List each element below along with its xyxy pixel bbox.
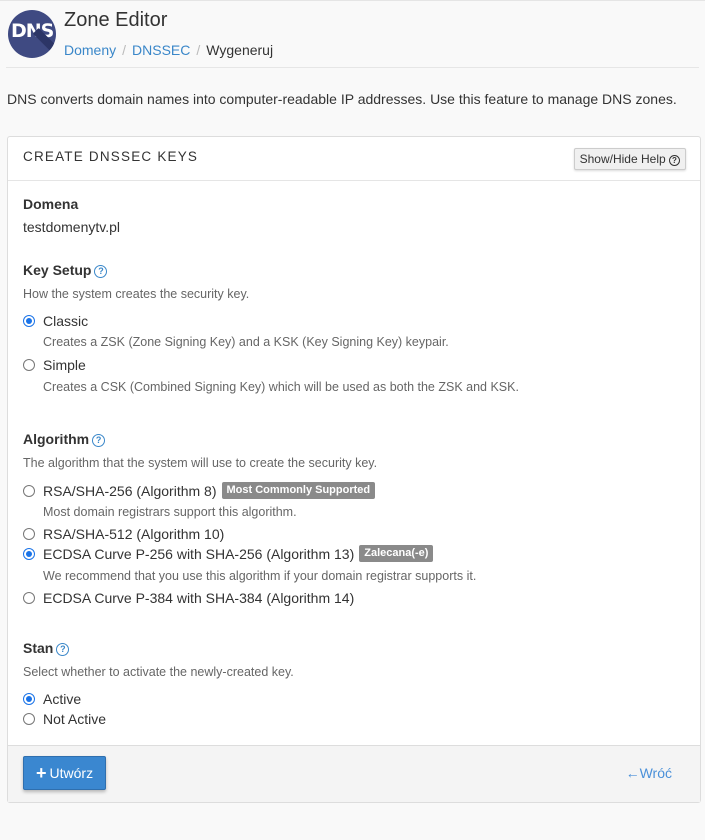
help-icon[interactable]: ? [56,643,70,656]
algorithm-label-text: Algorithm [23,431,90,447]
option-label: Not Active [43,711,107,727]
algorithm-hint: The algorithm that the system will use t… [23,456,378,470]
state-label: Stan? [23,640,70,656]
algorithm-option-rsa256[interactable]: RSA/SHA-256 (Algorithm 8) Most Commonly … [23,482,376,499]
option-label: Classic [43,313,89,329]
state-label-text: Stan [23,640,54,656]
rsa256-description: Most domain registrars support this algo… [43,505,297,519]
algorithm-option-ecdsa256[interactable]: ECDSA Curve P-256 with SHA-256 (Algorith… [23,545,434,562]
ecdsa256-description: We recommend that you use this algorithm… [43,569,477,583]
panel-header: CREATE DNSSEC KEYS Show/Hide Help ? [8,137,700,181]
breadcrumb-separator: / [196,42,201,58]
page-header: DNS Zone Editor Domeny / DNSSEC / Wygeneruj [6,1,699,68]
radio-active[interactable] [23,693,35,705]
domain-label: Domena [23,196,79,212]
dns-logo-icon: DNS [8,10,56,58]
state-option-not-active[interactable]: Not Active [23,711,106,727]
option-label: ECDSA Curve P-256 with SHA-256 (Algorith… [43,545,355,562]
key-setup-label-text: Key Setup [23,262,92,278]
option-label: Active [43,691,82,707]
radio-ecdsa256[interactable] [23,547,35,560]
plus-icon: + [36,763,47,783]
show-hide-help-button[interactable]: Show/Hide Help ? [573,148,686,170]
breadcrumb: Domeny / DNSSEC / Wygeneruj [64,42,273,58]
option-label: ECDSA Curve P-384 with SHA-384 (Algorith… [43,590,355,606]
key-setup-option-simple[interactable]: Simple [23,357,86,373]
help-icon[interactable]: ? [94,265,108,278]
breadcrumb-separator: / [122,42,127,58]
recommended-badge: Zalecana(-e) [359,545,434,562]
radio-classic[interactable] [23,315,35,327]
radio-simple[interactable] [23,359,35,371]
state-option-active[interactable]: Active [23,691,81,707]
algorithm-label: Algorithm? [23,431,106,447]
radio-not-active[interactable] [23,713,35,725]
key-setup-hint: How the system creates the security key. [23,287,250,301]
breadcrumb-dnssec[interactable]: DNSSEC [132,42,190,58]
breadcrumb-current: Wygeneruj [206,42,274,58]
option-label: RSA/SHA-256 (Algorithm 8) [43,482,217,499]
radio-rsa256[interactable] [23,484,35,497]
create-button-label: Utwórz [49,765,94,781]
help-button-label: Show/Hide Help [579,152,666,166]
radio-rsa512[interactable] [23,528,35,540]
state-hint: Select whether to activate the newly-cre… [23,665,294,679]
page-title: Zone Editor [64,9,168,31]
algorithm-option-rsa512[interactable]: RSA/SHA-512 (Algorithm 10) [23,526,224,542]
intro-text: DNS converts domain names into computer-… [7,91,677,107]
back-link-label: Wróć [639,765,672,781]
help-icon[interactable]: ? [92,434,106,447]
key-setup-label: Key Setup? [23,262,108,278]
domain-value: testdomenytv.pl [23,219,121,235]
question-circle-icon: ? [669,155,680,166]
back-link[interactable]: ←Wróć [626,765,672,781]
breadcrumb-domeny[interactable]: Domeny [64,42,116,58]
most-commonly-supported-badge: Most Commonly Supported [221,482,376,499]
key-setup-option-classic[interactable]: Classic [23,313,88,329]
simple-description: Creates a CSK (Combined Signing Key) whi… [43,380,519,394]
option-label: RSA/SHA-512 (Algorithm 10) [43,526,225,542]
option-label: Simple [43,357,86,373]
radio-ecdsa384[interactable] [23,592,35,604]
arrow-left-icon: ← [625,765,640,781]
algorithm-option-ecdsa384[interactable]: ECDSA Curve P-384 with SHA-384 (Algorith… [23,590,354,606]
create-dnssec-panel: CREATE DNSSEC KEYS Show/Hide Help ? Dome… [7,136,701,803]
panel-title: CREATE DNSSEC KEYS [23,149,199,164]
create-button[interactable]: + Utwórz [23,756,107,790]
panel-footer: + Utwórz ←Wróć [8,745,700,802]
classic-description: Creates a ZSK (Zone Signing Key) and a K… [43,335,449,349]
